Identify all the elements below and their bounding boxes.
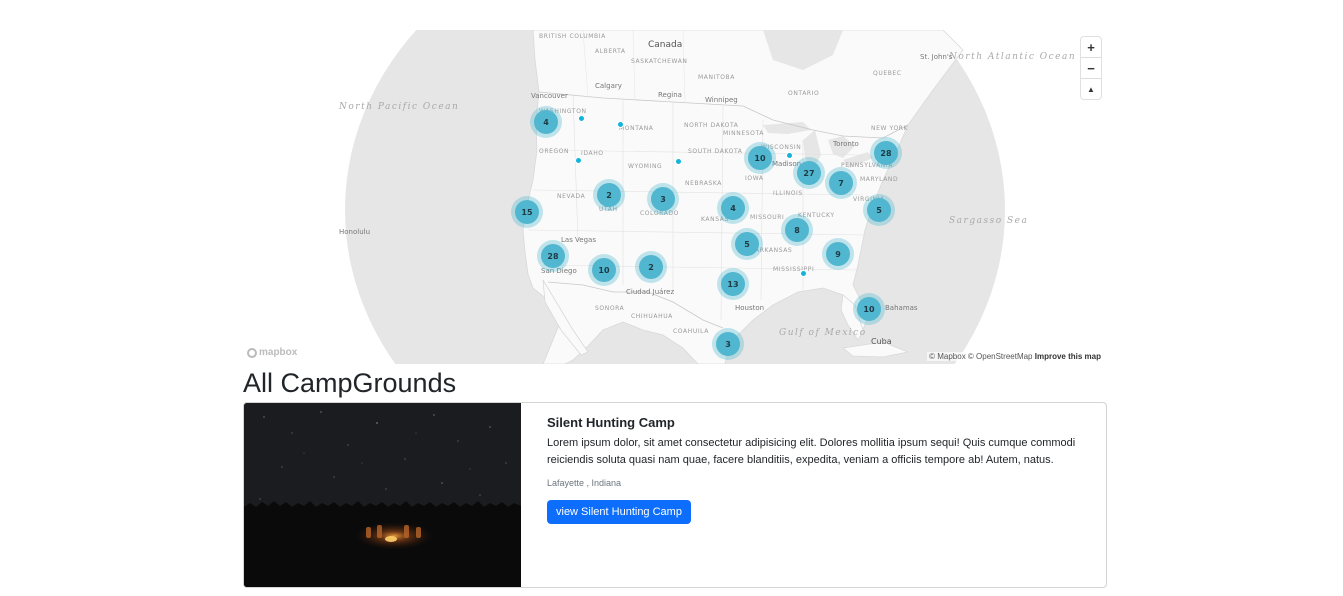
label-quebec: Quebec [873,70,902,77]
campground-pin[interactable] [616,120,624,128]
label-british-columbia: British Columbia [539,33,606,40]
mapbox-logo-icon [247,347,257,358]
cluster-marker[interactable]: 4 [721,196,745,220]
campground-location: Lafayette , Indiana [547,478,622,488]
label-manitoba: Manitoba [698,74,735,81]
cluster-marker[interactable]: 8 [785,218,809,242]
label-oregon: Oregon [539,148,570,155]
label-calgary: Calgary [595,82,622,90]
label-las-vegas: Las Vegas [561,236,596,244]
label-illinois: Illinois [773,190,803,197]
map-attribution: © Mapbox © OpenStreetMap Improve this ma… [927,352,1103,361]
campground-image [244,403,521,587]
label-gulf-of-mexico: Gulf of Mexico [779,328,865,338]
campground-card: Silent Hunting Camp Lorem ipsum dolor, s… [243,402,1107,588]
label-nevada: Nevada [557,193,586,200]
cluster-marker[interactable]: 27 [797,161,821,185]
label-colorado: Colorado [640,210,679,217]
label-minnesota: Minnesota [723,130,764,137]
campground-description: Lorem ipsum dolor, sit amet consectetur … [547,437,1076,466]
campfire-night-photo [244,403,521,587]
label-nebraska: Nebraska [685,180,722,187]
map-navigation-control: + − ▲ [1081,37,1101,99]
page-title: All CampGrounds [243,368,457,398]
campground-cluster-map[interactable]: Canada North Pacific Ocean North Atlanti… [243,30,1107,364]
cluster-marker[interactable]: 3 [716,332,740,356]
campground-pin[interactable] [785,151,793,159]
cluster-marker[interactable]: 3 [651,187,675,211]
label-honolulu: Honolulu [339,228,371,236]
label-vancouver: Vancouver [531,92,568,100]
label-kentucky: Kentucky [798,212,835,219]
compass-reset-button[interactable]: ▲ [1081,79,1101,99]
label-alberta: Alberta [595,48,626,55]
label-st-johns: St. John's [920,53,953,61]
label-saskatchewan: Saskatchewan [631,58,688,65]
label-maryland: Maryland [860,176,899,183]
label-arkansas: Arkansas [755,247,793,254]
cluster-marker[interactable]: 28 [541,244,565,268]
cluster-marker[interactable]: 10 [748,146,772,170]
label-north-atlantic: North Atlantic Ocean [949,52,1077,62]
label-north-pacific: North Pacific Ocean [339,102,458,112]
label-sargasso-sea: Sargasso Sea [949,216,1029,226]
label-cuba: Cuba [871,337,892,346]
label-idaho: Idaho [581,150,604,157]
label-sonora: Sonora [595,305,625,312]
mapbox-logo-text: mapbox [259,347,298,358]
cluster-marker[interactable]: 28 [874,141,898,165]
cluster-marker[interactable]: 2 [597,183,621,207]
cluster-marker[interactable]: 7 [829,171,853,195]
label-san-diego: San Diego [541,267,577,275]
improve-map-link[interactable]: Improve this map [1035,352,1101,361]
label-north-dakota: North Dakota [684,122,739,129]
cluster-marker[interactable]: 15 [515,200,539,224]
cluster-marker[interactable]: 5 [867,198,891,222]
label-winnipeg: Winnipeg [705,96,738,104]
label-wyoming: Wyoming [628,163,663,170]
label-utah: Utah [599,206,618,213]
label-regina: Regina [658,91,682,99]
label-montana: Montana [619,125,654,132]
cluster-marker[interactable]: 13 [721,272,745,296]
label-chihuahua: Chihuahua [631,313,673,320]
campground-pin[interactable] [799,269,807,277]
cluster-marker[interactable]: 10 [857,297,881,321]
campground-card-body: Silent Hunting Camp Lorem ipsum dolor, s… [521,403,1106,587]
label-bahamas: Bahamas [885,304,918,312]
label-ciudad-juarez: Ciudad Juárez [626,288,675,296]
cluster-marker[interactable]: 4 [534,110,558,134]
zoom-in-button[interactable]: + [1081,37,1101,58]
cluster-marker[interactable]: 9 [826,242,850,266]
label-new-york: New York [871,125,909,132]
attribution-text[interactable]: © Mapbox © OpenStreetMap [929,352,1032,361]
label-iowa: Iowa [745,175,764,182]
label-coahuila: Coahuila [673,328,709,335]
cluster-marker[interactable]: 10 [592,258,616,282]
label-canada: Canada [648,40,683,50]
label-houston: Houston [735,304,765,312]
label-mississippi: Mississippi [773,266,815,273]
cluster-marker[interactable]: 2 [639,255,663,279]
view-campground-button[interactable]: view Silent Hunting Camp [547,500,691,524]
cluster-marker[interactable]: 5 [735,232,759,256]
label-missouri: Missouri [750,214,785,221]
label-ontario: Ontario [788,90,820,97]
map-basemap [345,30,1005,364]
campground-pin[interactable] [574,156,582,164]
campground-pin[interactable] [674,157,682,165]
campground-title: Silent Hunting Camp [547,415,675,430]
mapbox-logo[interactable]: mapbox [247,347,297,358]
label-toronto: Toronto [833,140,859,148]
label-south-dakota: South Dakota [688,148,743,155]
zoom-out-button[interactable]: − [1081,58,1101,79]
campground-pin[interactable] [577,114,585,122]
label-madison: Madison [772,160,802,168]
